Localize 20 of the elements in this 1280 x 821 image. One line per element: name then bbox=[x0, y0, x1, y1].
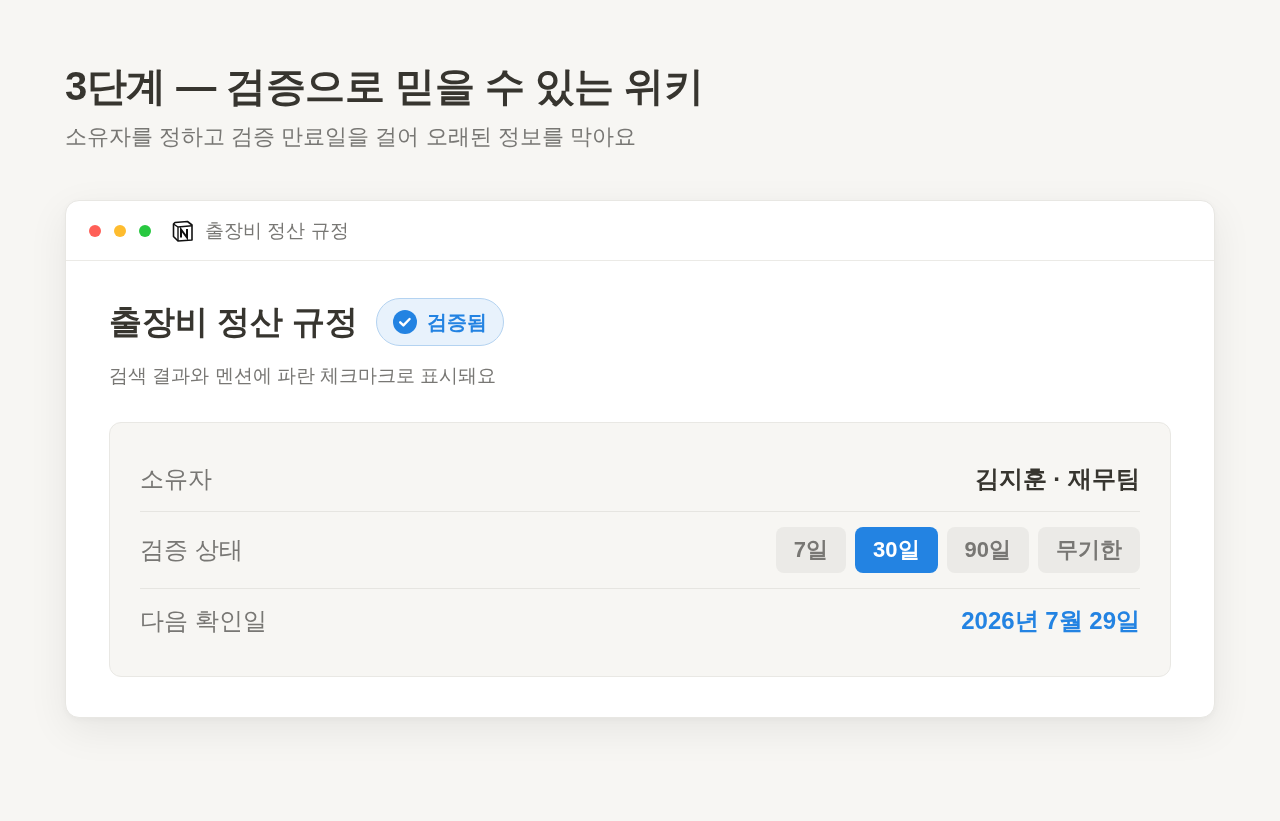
period-option[interactable]: 무기한 bbox=[1038, 527, 1140, 573]
logo-icon bbox=[172, 219, 194, 242]
property-label: 검증 상태 bbox=[140, 535, 243, 565]
subheading: 소유자를 정하고 검증 만료일을 걸어 오래된 정보를 막아요 bbox=[65, 123, 636, 151]
page-title: 출장비 정산 규정 bbox=[109, 302, 359, 342]
maximize-icon[interactable] bbox=[139, 224, 151, 237]
heading: 3단계 — 검증으로 믿을 수 있는 위키 bbox=[65, 63, 704, 110]
verified-badge: 검증됨 bbox=[376, 298, 505, 346]
check-circle-icon bbox=[393, 310, 418, 334]
period-option[interactable]: 7일 bbox=[775, 527, 847, 573]
close-icon[interactable] bbox=[89, 224, 101, 237]
period-option[interactable]: 30일 bbox=[855, 527, 938, 573]
date-value: 2026년 7월 29일 bbox=[961, 605, 1140, 636]
minimize-icon[interactable] bbox=[114, 224, 126, 237]
window-title: 출장비 정산 규정 bbox=[205, 218, 349, 243]
period-option[interactable]: 90일 bbox=[946, 527, 1029, 573]
owner-value: 김지훈 · 재무팀 bbox=[974, 464, 1140, 494]
property-label: 소유자 bbox=[140, 464, 212, 494]
page-description: 검색 결과와 멘션에 파란 체크마크로 표시돼요 bbox=[109, 364, 497, 388]
property-label: 다음 확인일 bbox=[140, 605, 267, 636]
